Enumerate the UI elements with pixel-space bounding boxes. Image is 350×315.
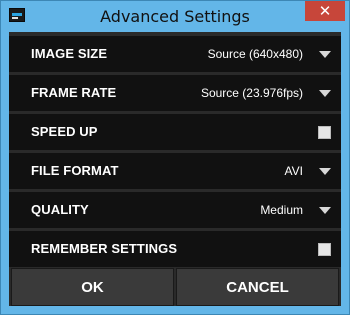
setting-label: SPEED UP	[31, 124, 98, 139]
setting-row-file-format[interactable]: FILE FORMAT AVI	[9, 153, 341, 189]
setting-row-image-size[interactable]: IMAGE SIZE Source (640x480)	[9, 36, 341, 72]
setting-label: REMEMBER SETTINGS	[31, 241, 178, 256]
setting-row-frame-rate[interactable]: FRAME RATE Source (23.976fps)	[9, 75, 341, 111]
ok-button[interactable]: OK	[11, 268, 174, 306]
chevron-down-icon[interactable]	[319, 168, 331, 175]
chevron-down-icon[interactable]	[319, 51, 331, 58]
window-title: Advanced Settings	[100, 7, 250, 26]
setting-row-speed-up[interactable]: SPEED UP	[9, 114, 341, 150]
setting-row-remember-settings[interactable]: REMEMBER SETTINGS	[9, 231, 341, 267]
setting-label: FILE FORMAT	[31, 163, 119, 178]
cancel-button[interactable]: CANCEL	[176, 268, 339, 306]
setting-label: IMAGE SIZE	[31, 46, 108, 61]
chevron-down-icon[interactable]	[319, 207, 331, 214]
setting-value[interactable]: AVI	[285, 153, 303, 189]
title-bar: Advanced Settings ✕	[1, 1, 349, 31]
remember-settings-checkbox[interactable]	[318, 243, 331, 256]
setting-row-quality[interactable]: QUALITY Medium	[9, 192, 341, 228]
setting-label: FRAME RATE	[31, 85, 117, 100]
speed-up-checkbox[interactable]	[318, 126, 331, 139]
settings-panel: SOFTPEDIA IMAGE SIZE Source (640x480) FR…	[9, 32, 341, 306]
setting-value[interactable]: Medium	[260, 192, 303, 228]
setting-value[interactable]: Source (640x480)	[208, 36, 303, 72]
setting-label: QUALITY	[31, 202, 89, 217]
advanced-settings-window: Advanced Settings ✕ SOFTPEDIA IMAGE SIZE…	[0, 0, 350, 315]
chevron-down-icon[interactable]	[319, 90, 331, 97]
setting-value[interactable]: Source (23.976fps)	[201, 75, 303, 111]
close-button[interactable]: ✕	[305, 1, 345, 21]
